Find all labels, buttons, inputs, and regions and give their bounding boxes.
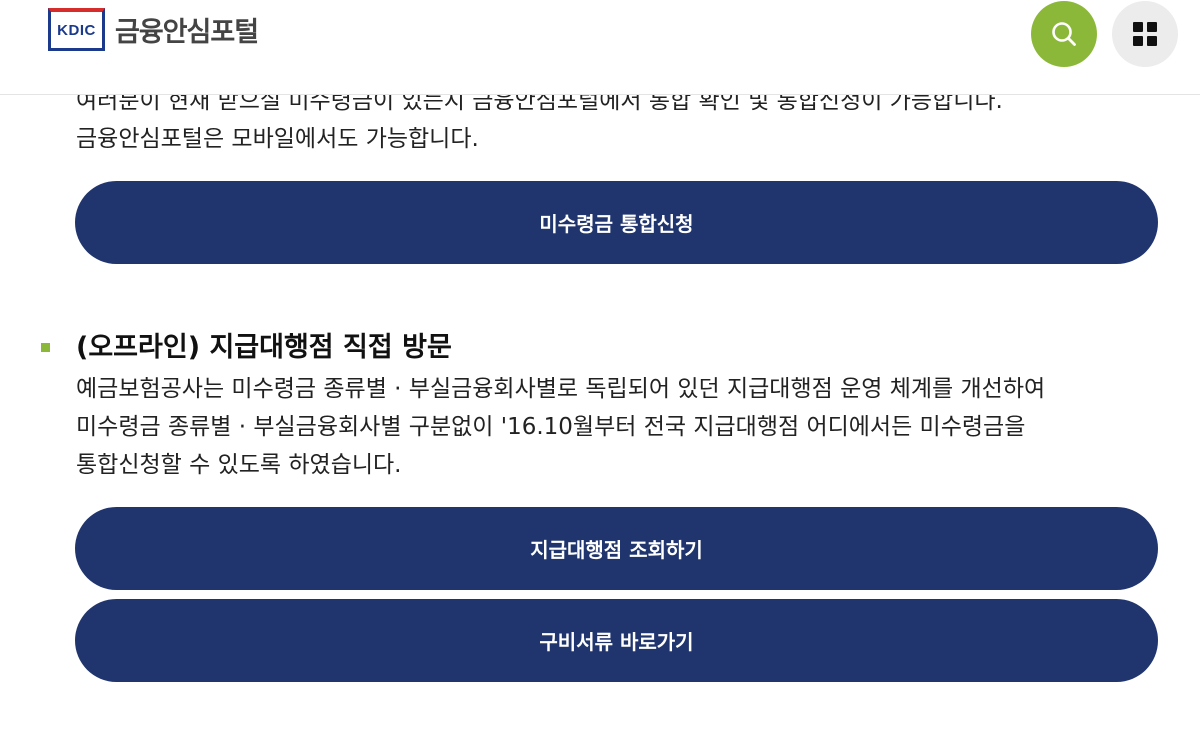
section-desc-line-1: 예금보험공사는 미수령금 종류별 · 부실금융회사별로 독립되어 있던 지급대행…: [76, 376, 1046, 402]
intro-text-line-2: 금융안심포털은 모바일에서도 가능합니다.: [76, 126, 479, 152]
logo-title: 금융안심포털: [115, 17, 259, 48]
page: KDIC 금융안심포털 여러분이 현재 받으실 미수령금이 있는지 금융안심포털…: [0, 0, 1200, 748]
section-bullet: [41, 343, 50, 352]
section-desc-line-2: 미수령금 종류별 · 부실금융회사별 구분없이 '16.10월부터 전국 지급대…: [76, 414, 1026, 440]
section-desc-line-3: 통합신청할 수 있도록 하였습니다.: [76, 452, 402, 478]
site-header: KDIC 금융안심포털: [0, 0, 1200, 95]
section-title: (오프라인) 지급대행점 직접 방문: [76, 332, 452, 363]
documents-button[interactable]: 구비서류 바로가기: [75, 599, 1158, 682]
kdic-logo-badge: KDIC: [48, 8, 105, 51]
search-icon: [1052, 22, 1076, 46]
search-button[interactable]: [1031, 1, 1097, 67]
section-description: 예금보험공사는 미수령금 종류별 · 부실금융회사별로 독립되어 있던 지급대행…: [76, 370, 1045, 484]
site-logo[interactable]: KDIC 금융안심포털: [48, 8, 259, 51]
logo-badge-text: KDIC: [57, 21, 96, 39]
agent-lookup-button[interactable]: 지급대행점 조회하기: [75, 507, 1158, 590]
apply-button[interactable]: 미수령금 통합신청: [75, 181, 1158, 264]
menu-button[interactable]: [1112, 1, 1178, 67]
grid-menu-icon: [1133, 22, 1157, 46]
